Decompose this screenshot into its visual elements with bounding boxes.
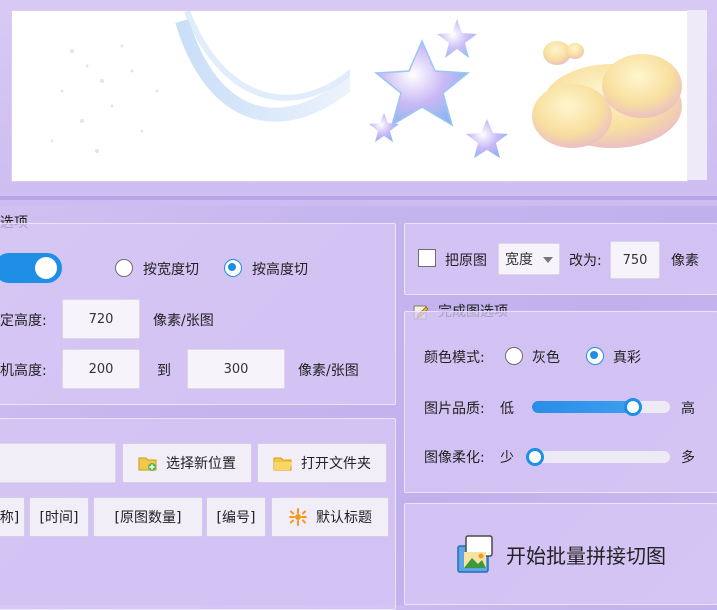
quality-high-label: 高 [681,401,695,417]
chevron-down-icon [543,257,553,263]
default-title-label: 默认标题 [316,510,372,526]
fixed-height-unit: 像素/张图 [153,313,214,329]
dimension-select[interactable]: 宽度 [498,243,560,275]
start-batch-label: 开始批量拼接切图 [506,543,666,568]
folder-add-icon [138,457,157,471]
quality-slider-track[interactable] [532,401,670,413]
random-max-input[interactable]: 300 [187,349,285,389]
open-folder-label: 打开文件夹 [301,456,371,472]
soften-slider-thumb[interactable] [526,448,544,466]
truecolor-radio[interactable] [586,347,604,365]
preview-artwork [50,11,687,181]
soften-slider-track[interactable] [532,451,670,463]
start-batch-button[interactable]: 开始批量拼接切图 [404,503,717,605]
default-title-button[interactable]: 默认标题 [271,497,389,537]
resize-value-input[interactable]: 750 [610,241,660,279]
mode-width-label: 按宽度切 [143,262,199,278]
output-path-input[interactable] [0,443,116,483]
quality-slider-fill [532,401,633,413]
toggle-knob [35,257,57,279]
change-to-label: 改为: [569,253,602,269]
resize-unit-label: 像素 [671,253,699,269]
dimension-select-value: 宽度 [505,252,533,268]
select-location-label: 选择新位置 [166,456,236,472]
folder-icon [273,457,292,471]
preview-image [11,10,688,182]
random-height-unit: 像素/张图 [298,363,359,379]
soften-low-label: 少 [500,450,514,466]
sparkle-icon [289,508,307,526]
quality-low-label: 低 [500,401,514,417]
tag-time-label: [时间] [39,510,79,526]
fixed-height-input[interactable]: 720 [62,299,140,339]
quality-slider-thumb[interactable] [623,398,642,416]
tag-count-button[interactable]: [原图数量] [93,497,203,537]
tag-count-label: [原图数量] [114,510,182,526]
gray-label: 灰色 [532,350,560,366]
preview-scroll-area [687,10,707,180]
truecolor-label: 真彩 [613,350,641,366]
color-mode-label: 颜色模式: [424,350,485,366]
image-stitch-icon [457,535,493,573]
mode-height-radio[interactable] [224,259,242,277]
soften-label: 图像柔化: [424,450,485,466]
random-min-input[interactable]: 200 [62,349,140,389]
tag-time-button[interactable]: [时间] [29,497,89,537]
tag-number-label: [编号] [216,510,256,526]
random-height-label: 机高度: [0,363,47,379]
tag-name-label: 称] [0,510,20,526]
soften-high-label: 多 [681,450,695,466]
tag-number-button[interactable]: [编号] [206,497,266,537]
select-location-button[interactable]: 选择新位置 [122,443,252,483]
mode-width-radio[interactable] [115,259,133,277]
tag-name-button[interactable]: 称] [0,497,25,537]
quality-label: 图片品质: [424,401,485,417]
random-to-label: 到 [157,363,171,379]
resize-checkbox-label: 把原图 [445,253,487,269]
gray-radio[interactable] [505,347,523,365]
divider [0,196,717,200]
resize-checkbox[interactable] [418,249,436,267]
cut-enable-toggle[interactable] [0,253,62,283]
fixed-height-label: 定高度: [0,313,47,329]
open-folder-button[interactable]: 打开文件夹 [257,443,387,483]
mode-height-label: 按高度切 [252,262,308,278]
